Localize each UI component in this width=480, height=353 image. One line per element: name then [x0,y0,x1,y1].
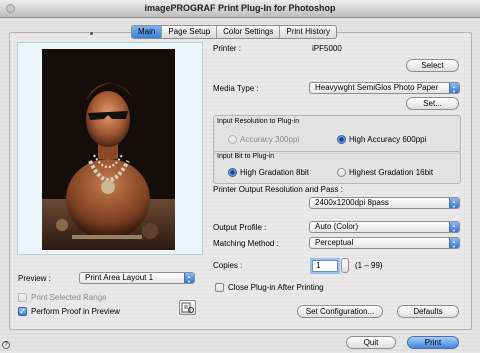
bust-photo-image [42,49,175,250]
input-resolution-title: Input Resolution to Plug-in [217,118,300,125]
defaults-button[interactable]: Defaults [397,305,459,318]
set-configuration-button[interactable]: Set Configuration... [297,305,383,318]
tab-page-setup[interactable]: Page Setup [162,26,218,38]
preview-layout-value: Print Area Layout 1 [85,273,154,282]
gradation-8bit-radio[interactable] [228,168,237,177]
output-profile-select[interactable]: Auto (Color) [309,221,460,233]
gradation-8bit-label: High Gradation 8bit [240,168,309,177]
copies-input[interactable]: 1 [312,260,338,272]
proof-in-preview-label: Perform Proof in Preview [31,307,120,316]
high-accuracy-600-radio[interactable] [337,135,346,144]
popup-arrows-icon [184,273,194,283]
matching-method-select[interactable]: Perceptual [309,237,460,249]
copies-stepper[interactable] [341,258,349,273]
tab-print-history[interactable]: Print History [280,26,336,38]
accuracy-300-label: Accuracy 300ppi [240,135,300,144]
matching-method-label: Matching Method : [213,239,279,248]
media-type-select[interactable]: Heavywght SemiGlos Photo Paper [309,82,460,94]
preview-settings-icon [181,302,194,313]
print-button[interactable]: Print [407,336,459,349]
matching-method-value: Perceptual [315,238,354,247]
window-title: imagePROGRAF Print Plug-In for Photoshop [144,3,336,13]
tab-color-settings[interactable]: Color Settings [217,26,281,38]
media-set-button[interactable]: Set... [406,97,459,110]
output-profile-value: Auto (Color) [315,222,359,231]
tab-bar: Main Page Setup Color Settings Print His… [131,25,337,39]
output-resolution-select[interactable]: 2400x1200dpi 8pass [309,197,460,209]
copies-range: (1 – 99) [355,261,383,270]
popup-arrows-icon [449,238,459,248]
print-selected-range-label: Print Selected Range [31,293,107,302]
accuracy-300-radio[interactable] [228,135,237,144]
high-accuracy-600-label: High Accuracy 600ppi [349,135,427,144]
print-selected-range-checkbox[interactable] [18,293,27,302]
printer-label: Printer : [213,44,242,53]
preview-image [42,49,175,250]
preview-settings-button[interactable] [179,300,196,315]
printer-value: iPF5000 [312,44,342,53]
gradation-16bit-label: Highest Gradation 16bit [349,168,434,177]
copies-label: Copies : [213,261,243,270]
output-profile-label: Output Profile : [213,223,267,232]
title-bar: imagePROGRAF Print Plug-In for Photoshop [0,0,480,18]
media-type-label: Media Type : [213,84,259,93]
proof-in-preview-checkbox[interactable]: ✓ [18,307,27,316]
output-resolution-label: Printer Output Resolution and Pass : [213,185,343,194]
preview-label: Preview : [18,274,51,283]
quit-button[interactable]: Quit [346,336,396,349]
preview-layout-select[interactable]: Print Area Layout 1 [79,272,195,284]
input-bit-title: Input Bit to Plug-in [217,153,275,160]
close-after-print-checkbox[interactable] [215,283,224,292]
popup-arrows-icon [449,222,459,232]
popup-arrows-icon [449,198,459,208]
gradation-16bit-radio[interactable] [337,168,346,177]
popup-arrows-icon [449,83,459,93]
output-resolution-value: 2400x1200dpi 8pass [315,198,389,207]
close-after-print-label: Close Plug-in After Printing [228,283,324,292]
help-icon[interactable]: ? [2,341,10,349]
select-printer-button[interactable]: Select [406,59,459,72]
media-type-value: Heavywght SemiGlos Photo Paper [315,83,439,92]
resize-dot-icon [90,32,93,35]
tab-main[interactable]: Main [132,26,163,38]
